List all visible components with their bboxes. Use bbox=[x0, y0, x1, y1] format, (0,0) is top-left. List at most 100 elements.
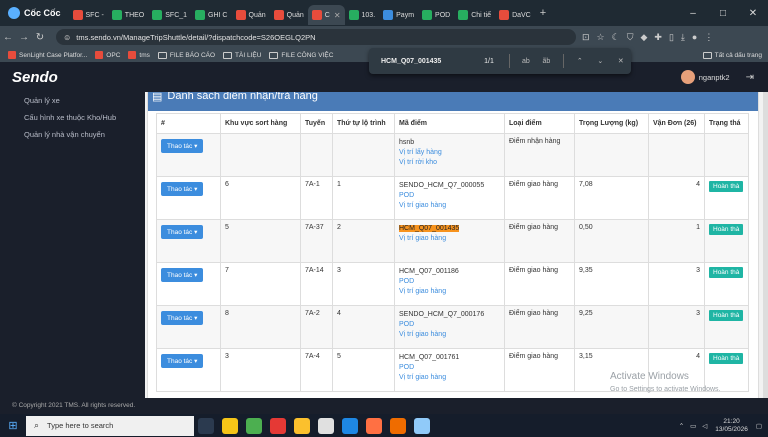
tab-favicon-icon bbox=[422, 10, 433, 20]
browser-tab[interactable]: GHI C bbox=[191, 5, 231, 25]
coccoc-logo-icon bbox=[8, 7, 20, 19]
sidebar-item[interactable]: Cấu hình xe thuộc Kho/Hub bbox=[0, 109, 145, 126]
weight-cell bbox=[574, 133, 649, 177]
browser-brand[interactable]: Cốc Cốc bbox=[0, 0, 69, 26]
browser-tab[interactable]: POD bbox=[418, 5, 454, 25]
stop-link[interactable]: POD bbox=[399, 363, 500, 373]
bookmark-label: tms bbox=[139, 51, 150, 59]
file-explorer-icon[interactable] bbox=[222, 417, 238, 434]
download-icon[interactable]: ⤓ bbox=[681, 32, 685, 43]
tab-favicon-icon bbox=[195, 10, 206, 20]
action-button[interactable]: Thao tác ▾ bbox=[161, 139, 204, 153]
bookmark-star-icon[interactable]: ☆ bbox=[597, 32, 605, 43]
find-previous-icon[interactable]: ⌃ bbox=[570, 57, 590, 65]
app-icon[interactable] bbox=[318, 417, 334, 434]
browser-tab[interactable]: SFC_1 bbox=[148, 5, 191, 25]
maximize-icon[interactable]: □ bbox=[708, 8, 738, 19]
stop-link[interactable]: POD bbox=[399, 277, 500, 287]
forward-icon[interactable]: → bbox=[16, 32, 32, 43]
stop-link[interactable]: Vị trí lấy hàng bbox=[399, 148, 500, 158]
match-case-icon[interactable]: ab bbox=[516, 58, 536, 65]
taskbar-search[interactable]: ⌕ Type here to search bbox=[26, 415, 194, 436]
logout-icon[interactable]: ⇥ bbox=[746, 72, 754, 83]
find-input[interactable]: HCM_Q07_001435 bbox=[381, 58, 474, 65]
find-next-icon[interactable]: ⌄ bbox=[590, 57, 610, 65]
sidebar-item[interactable]: Quản lý xe bbox=[0, 92, 145, 109]
translate-icon[interactable]: ⊡ bbox=[582, 32, 590, 43]
action-button[interactable]: Thao tác ▾ bbox=[161, 225, 204, 239]
action-button[interactable]: Thao tác ▾ bbox=[161, 182, 204, 196]
status-badge: Hoàn thà bbox=[709, 310, 744, 321]
sendo-logo[interactable]: Sendo bbox=[12, 69, 58, 86]
coccoc-app-icon[interactable] bbox=[246, 417, 262, 434]
tray-chevron-icon[interactable]: ⌃ bbox=[679, 422, 684, 430]
sidebar-icon[interactable]: ▯ bbox=[669, 32, 674, 43]
puzzle-icon[interactable]: ✚ bbox=[654, 32, 662, 43]
task-view-icon[interactable] bbox=[198, 417, 214, 434]
windows-start-icon[interactable]: ⊞ bbox=[0, 419, 26, 432]
user-menu[interactable]: nganptk2 ⇥ bbox=[680, 70, 768, 84]
network-icon[interactable]: ▭ bbox=[690, 422, 696, 430]
stop-link[interactable]: Vị trí giao hàng bbox=[399, 330, 500, 340]
shield-icon[interactable]: ⛉ bbox=[627, 32, 634, 43]
area-cell bbox=[220, 133, 301, 177]
activation-watermark: Activate Windows Go to Settings to activ… bbox=[610, 371, 721, 393]
action-button[interactable]: Thao tác ▾ bbox=[161, 268, 204, 282]
bookmark-item[interactable]: TÀI LIỆU bbox=[223, 51, 261, 59]
stop-link[interactable]: Vị trí giao hàng bbox=[399, 287, 500, 297]
browser-tab[interactable]: Paym bbox=[379, 5, 418, 25]
tab-close-icon[interactable]: ✕ bbox=[334, 11, 341, 20]
action-button[interactable]: Thao tác ▾ bbox=[161, 311, 204, 325]
stop-link[interactable]: POD bbox=[399, 320, 500, 330]
browser-tab[interactable]: C ✕ bbox=[307, 5, 345, 25]
sticky-notes-icon[interactable] bbox=[294, 417, 310, 434]
app2-icon[interactable] bbox=[390, 417, 406, 434]
browser-tab[interactable]: THEO bbox=[108, 5, 148, 25]
stop-code-text: SENDO_HCM_Q7_000176 bbox=[399, 311, 485, 318]
profile-icon[interactable]: ● bbox=[692, 32, 697, 43]
app3-icon[interactable] bbox=[414, 417, 430, 434]
menu-icon[interactable]: ⋮ bbox=[704, 32, 713, 43]
wps-icon[interactable] bbox=[270, 417, 286, 434]
page-scrollbar[interactable] bbox=[763, 92, 768, 398]
browser-tab[interactable]: DaVC bbox=[495, 5, 535, 25]
stop-link[interactable]: POD bbox=[399, 191, 500, 201]
close-window-icon[interactable]: ✕ bbox=[738, 8, 768, 19]
status-badge: Hoàn thà bbox=[709, 181, 744, 192]
minimize-icon[interactable]: – bbox=[678, 8, 708, 19]
stop-link[interactable]: Vị trí giao hàng bbox=[399, 201, 500, 211]
reload-icon[interactable]: ↻ bbox=[32, 32, 48, 43]
browser-tab[interactable]: Quản bbox=[270, 5, 308, 25]
new-tab-button[interactable]: + bbox=[535, 7, 551, 19]
tab-label: Paym bbox=[396, 11, 415, 19]
chrome-icon[interactable] bbox=[366, 417, 382, 434]
url-field[interactable]: ⊜ tms.sendo.vn/ManageTripShuttle/detail/?… bbox=[56, 29, 576, 45]
bookmark-item[interactable]: SenLight Case Platfor... bbox=[8, 51, 87, 59]
site-info-icon[interactable]: ⊜ bbox=[64, 33, 70, 42]
browser-tab[interactable]: SFC - bbox=[69, 5, 108, 25]
sidebar-item[interactable]: Quản lý nhà vận chuyển bbox=[0, 126, 145, 143]
stop-link[interactable]: Vị trí rời kho bbox=[399, 158, 500, 168]
notification-icon[interactable]: ▢ bbox=[756, 422, 762, 430]
all-bookmarks[interactable]: Tất cả dấu trang bbox=[702, 51, 762, 59]
browser-tab[interactable]: 103. bbox=[345, 5, 380, 25]
clock[interactable]: 21:20 13/05/2026 bbox=[715, 418, 748, 434]
bookmark-label: TÀI LIỆU bbox=[235, 51, 262, 59]
type-cell: Điểm nhận hàng bbox=[504, 133, 575, 177]
browser-tab[interactable]: Chi tiế bbox=[454, 5, 495, 25]
action-button[interactable]: Thao tác ▾ bbox=[161, 354, 204, 368]
bookmark-item[interactable]: tms bbox=[128, 51, 150, 59]
stop-link[interactable]: Vị trí giao hàng bbox=[399, 234, 500, 244]
bookmark-item[interactable]: OPC bbox=[95, 51, 120, 59]
volume-icon[interactable]: ◁ bbox=[702, 422, 707, 430]
extension-icon[interactable]: ◆ bbox=[640, 32, 647, 43]
bookmark-item[interactable]: FILE CÔNG VIỆC bbox=[269, 51, 333, 59]
bookmark-item[interactable]: FILE BÁO CÁO bbox=[157, 51, 215, 59]
browser-tab[interactable]: Quản bbox=[232, 5, 270, 25]
match-diacritics-icon[interactable]: ãb bbox=[536, 58, 556, 65]
stop-link[interactable]: Vị trí giao hàng bbox=[399, 373, 500, 383]
find-close-icon[interactable]: ✕ bbox=[611, 57, 631, 65]
back-icon[interactable]: ← bbox=[0, 32, 16, 43]
zalo-icon[interactable] bbox=[342, 417, 358, 434]
dark-mode-icon[interactable]: ☾ bbox=[612, 32, 620, 43]
